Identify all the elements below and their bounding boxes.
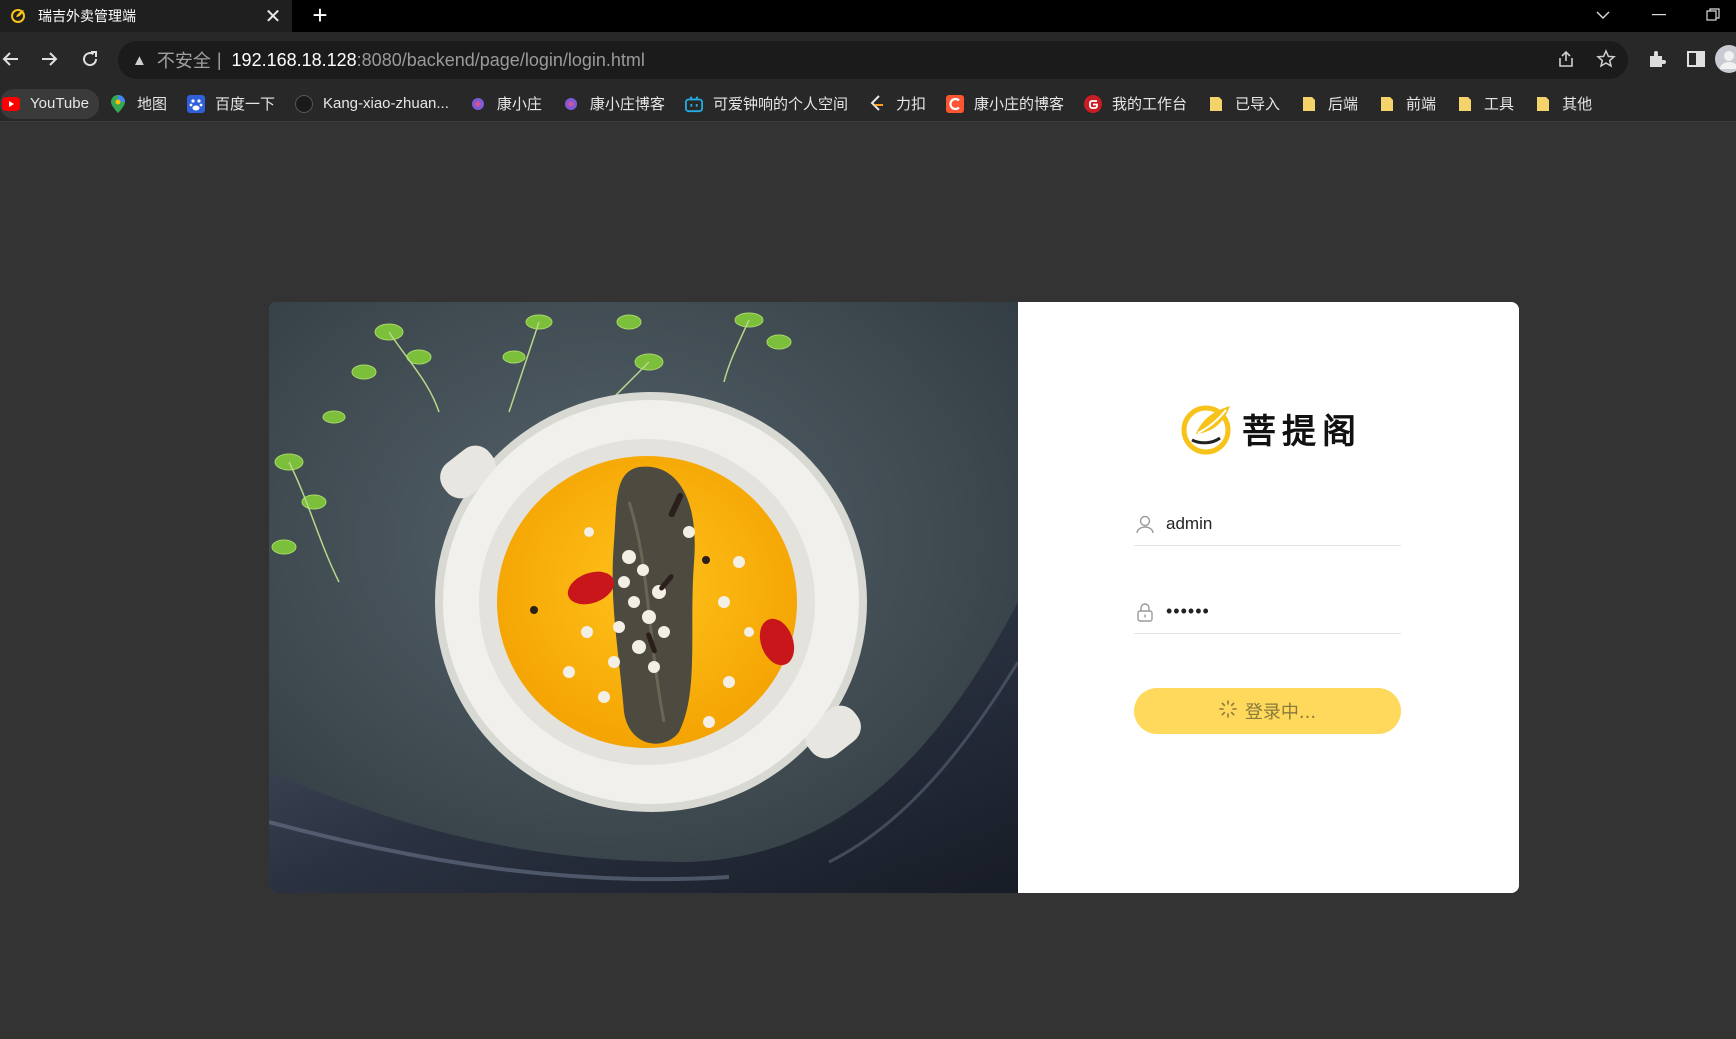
bookmark-label: 地图 xyxy=(136,96,167,113)
bookmark-label: 后端 xyxy=(1328,96,1359,113)
address-separator: | xyxy=(216,49,222,70)
login-form-panel: 菩提阁 登录中... xyxy=(1018,302,1519,893)
bookmark-label: YouTube xyxy=(30,95,89,112)
login-button-label: 登录中... xyxy=(1244,702,1317,723)
app-favicon-icon xyxy=(11,9,25,23)
bookmark-leetcode[interactable]: 力扣 xyxy=(868,89,936,119)
bookmark-label: 其他 xyxy=(1562,96,1593,113)
folder-icon xyxy=(1534,95,1552,113)
login-button[interactable]: 登录中... xyxy=(1134,688,1401,734)
brand-logo-icon xyxy=(1181,405,1231,455)
github-icon xyxy=(294,94,313,113)
username-input[interactable] xyxy=(1166,513,1386,534)
bookmark-label: 可爱钟响的个人空间 xyxy=(712,96,848,113)
food-photo-illustration xyxy=(269,302,1018,893)
gitee-icon xyxy=(1083,94,1102,113)
bookmark-label: 已导入 xyxy=(1235,96,1281,113)
bookmark-label: 我的工作台 xyxy=(1111,96,1187,113)
bookmark-label: 康小庄博客 xyxy=(589,96,665,113)
tab-bar: 瑞吉外卖管理端 ✕ + xyxy=(0,0,1736,32)
bookmark-github[interactable]: Kang-xiao-zhuan... xyxy=(294,89,459,119)
loading-spinner-icon xyxy=(1219,699,1237,723)
lock-icon xyxy=(1134,601,1156,623)
bookmark-folder-frontend[interactable]: 前端 xyxy=(1378,89,1446,119)
bilibili-icon xyxy=(684,95,703,113)
bookmark-folder-other[interactable]: 其他 xyxy=(1534,89,1602,119)
tab-title: 瑞吉外卖管理端 xyxy=(38,8,136,24)
bookmark-site-1[interactable]: 康小庄 xyxy=(469,89,552,119)
bookmark-folder-imported[interactable]: 已导入 xyxy=(1207,89,1290,119)
bookmark-bilibili[interactable]: 可爱钟响的个人空间 xyxy=(684,89,858,119)
bookmark-maps[interactable]: 地图 xyxy=(109,89,177,119)
minimize-icon[interactable] xyxy=(1636,0,1682,30)
side-panel-icon[interactable] xyxy=(1679,42,1713,76)
forward-icon[interactable] xyxy=(32,42,66,76)
share-icon[interactable] xyxy=(1549,42,1583,76)
folder-icon xyxy=(1207,95,1225,113)
bookmark-youtube[interactable]: YouTube xyxy=(0,88,99,119)
login-card: 菩提阁 登录中... xyxy=(269,302,1519,893)
new-tab-button[interactable]: + xyxy=(306,2,334,30)
tab-search-icon[interactable] xyxy=(1580,0,1626,30)
profile-avatar-icon[interactable] xyxy=(1712,42,1736,76)
bookmark-label: 工具 xyxy=(1484,96,1515,113)
security-label[interactable]: 不安全 xyxy=(157,47,211,73)
tab-close-button[interactable]: ✕ xyxy=(260,3,286,29)
username-field[interactable] xyxy=(1134,502,1401,546)
browser-toolbar: ▲ 不安全 | 192.168.18.128 :8080/backend/pag… xyxy=(0,32,1736,86)
youtube-icon xyxy=(2,95,20,113)
bookmark-csdn[interactable]: 康小庄的博客 xyxy=(945,89,1074,119)
baidu-icon xyxy=(186,94,205,113)
url-host: 192.168.18.128 xyxy=(231,49,357,70)
extensions-icon[interactable] xyxy=(1640,42,1674,76)
address-bar[interactable]: ▲ 不安全 | 192.168.18.128 :8080/backend/pag… xyxy=(118,41,1628,79)
bookmark-gitee[interactable]: 我的工作台 xyxy=(1083,89,1197,119)
bookmark-baidu[interactable]: 百度一下 xyxy=(186,89,285,119)
site-icon xyxy=(562,95,580,113)
bookmark-label: 前端 xyxy=(1406,96,1437,113)
food-photo xyxy=(269,302,1018,893)
password-field[interactable] xyxy=(1134,590,1401,634)
maps-pin-icon xyxy=(109,94,127,113)
reload-icon[interactable] xyxy=(73,42,107,76)
brand-name: 菩提阁 xyxy=(1242,411,1362,452)
password-input[interactable] xyxy=(1166,601,1386,622)
bookmark-star-icon[interactable] xyxy=(1589,42,1623,76)
bookmark-folder-backend[interactable]: 后端 xyxy=(1300,89,1368,119)
folder-icon xyxy=(1378,95,1396,113)
bookmark-label: Kang-xiao-zhuan... xyxy=(322,95,449,112)
bookmark-label: 力扣 xyxy=(895,96,926,113)
back-icon[interactable] xyxy=(0,42,28,76)
folder-icon xyxy=(1456,95,1474,113)
brand-logo: 菩提阁 xyxy=(1178,400,1362,456)
bookmark-site-2[interactable]: 康小庄博客 xyxy=(562,89,675,119)
user-icon xyxy=(1134,513,1156,535)
warning-icon[interactable]: ▲ xyxy=(132,52,147,69)
url-path: :8080/backend/page/login/login.html xyxy=(356,49,645,70)
site-icon xyxy=(469,95,487,113)
bookmarks-bar: YouTube 地图 百度一下 Kang-xiao-zhuan... 康小庄 康… xyxy=(0,86,1736,122)
browser-tab[interactable]: 瑞吉外卖管理端 ✕ xyxy=(0,0,292,32)
bookmark-label: 康小庄 xyxy=(496,96,542,113)
restore-icon[interactable] xyxy=(1690,0,1736,30)
leetcode-icon xyxy=(868,94,886,113)
bookmark-label: 百度一下 xyxy=(214,96,275,113)
folder-icon xyxy=(1300,95,1318,113)
csdn-icon xyxy=(945,94,964,113)
bookmark-label: 康小庄的博客 xyxy=(973,96,1064,113)
bookmark-folder-tools[interactable]: 工具 xyxy=(1456,89,1524,119)
